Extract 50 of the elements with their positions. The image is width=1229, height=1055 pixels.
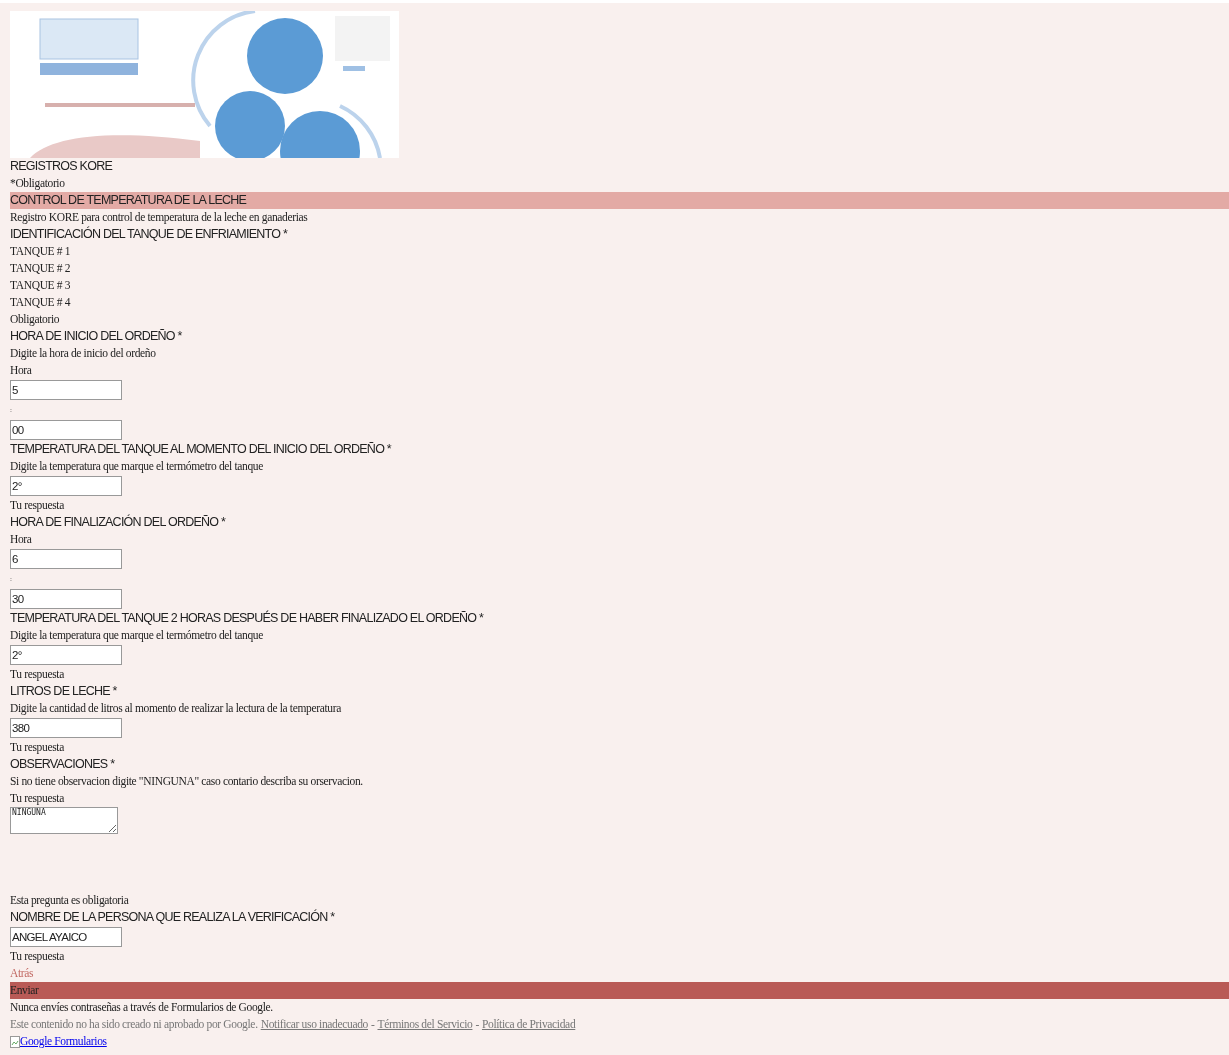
question-title: NOMBRE DE LA PERSONA QUE REALIZA LA VERIFICACIÓN *: [10, 909, 335, 926]
footer-link[interactable]: Notificar uso inadecuado: [260, 1016, 368, 1033]
separator: -: [371, 1017, 375, 1032]
input-field[interactable]: 2°: [10, 645, 122, 665]
input-field[interactable]: 6: [10, 549, 122, 569]
help-text: Digite la temperatura que marque el termómetro del tanque: [10, 459, 264, 475]
option-label[interactable]: TANQUE # 1: [10, 243, 71, 260]
help-text: Si no tiene observacion digite "NINGUNA" caso contario describa su orservacion.: [10, 774, 363, 790]
question-title: HORA DE FINALIZACIÓN DEL ORDEÑO *: [10, 514, 226, 531]
question-title: TEMPERATURA DEL TANQUE AL MOMENTO DEL INICIO DEL ORDEÑO *: [10, 441, 391, 458]
help-text: Digite la hora de inicio del ordeño: [10, 346, 156, 362]
help-text: Digite la temperatura que marque el termómetro del tanque: [10, 628, 264, 644]
answer-box[interactable]: NINGUNA: [10, 807, 118, 834]
question-title: LITROS DE LECHE *: [10, 683, 117, 700]
help-text: Obligatorio: [10, 312, 60, 328]
option-label[interactable]: TANQUE # 3: [10, 277, 71, 294]
section-description: Registro KORE para control de temperatura de la leche en ganaderias: [10, 210, 308, 226]
input-field[interactable]: 380: [10, 718, 122, 738]
input-field[interactable]: 00: [10, 420, 122, 440]
question-title: HORA DE INICIO DEL ORDEÑO *: [10, 328, 182, 345]
error-message: Esta pregunta es obligatoria: [10, 893, 129, 909]
help-text: Tu respuesta: [10, 667, 64, 683]
form-title: REGISTROS KORE: [10, 158, 113, 175]
help-text: Hora: [10, 532, 32, 547]
help-text: Tu respuesta: [10, 949, 64, 965]
help-text: Tu respuesta: [10, 740, 64, 756]
input-field[interactable]: ANGEL AYAICO: [10, 927, 122, 947]
footer-link[interactable]: Política de Privacidad: [481, 1016, 576, 1033]
disclaimer-text: Este contenido no ha sido creado ni aprobado por Google.: [10, 1017, 258, 1033]
footer-link[interactable]: Términos del Servicio: [377, 1016, 473, 1033]
input-field[interactable]: 30: [10, 589, 122, 609]
section-header: CONTROL DE TEMPERATURA DE LA LECHE: [10, 192, 1229, 209]
logo-link[interactable]: Google Formularios: [10, 1033, 107, 1050]
question-title: OBSERVACIONES *: [10, 756, 115, 773]
help-text: Tu respuesta: [10, 791, 64, 807]
back-link[interactable]: Atrás: [10, 965, 34, 982]
question-title: IDENTIFICACIÓN DEL TANQUE DE ENFRIAMIENTO *: [10, 226, 288, 243]
help-text: Digite la cantidad de litros al momento de realizar la lectura de la temperatura: [10, 701, 341, 717]
question-title: TEMPERATURA DEL TANQUE 2 HORAS DESPUÉS DE HABER FINALIZADO EL ORDEÑO *: [10, 610, 484, 627]
input-field[interactable]: 2°: [10, 476, 122, 496]
help-text: Tu respuesta: [10, 498, 64, 514]
separator: -: [475, 1017, 479, 1032]
option-label[interactable]: TANQUE # 4: [10, 294, 71, 311]
submit-button[interactable]: Enviar: [10, 982, 1229, 999]
required-note: *Obligatorio: [10, 176, 65, 192]
password-warning: Nunca envíes contraseñas a través de Formularios de Google.: [10, 1000, 273, 1016]
input-field[interactable]: 5: [10, 380, 122, 400]
broken-image-icon: [10, 1035, 20, 1048]
help-text: Hora: [10, 363, 32, 378]
option-label[interactable]: TANQUE # 2: [10, 260, 71, 277]
